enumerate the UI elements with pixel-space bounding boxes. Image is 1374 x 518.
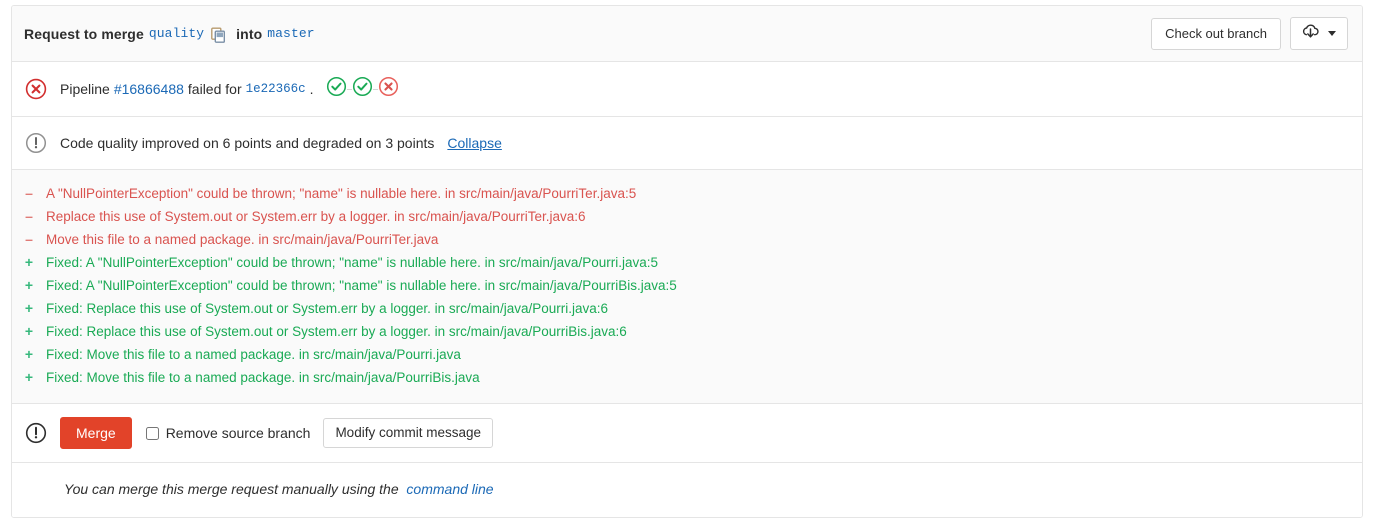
code-quality-item-text: Fixed: Replace this use of System.out or… (46, 301, 608, 316)
chevron-down-icon (1328, 31, 1336, 36)
code-quality-item: – A "NullPointerException" could be throw… (12, 182, 1362, 205)
issue-fixed-icon: + (24, 277, 34, 293)
title-prefix: Request to merge (24, 25, 144, 42)
stage-passed-icon[interactable] (352, 76, 373, 102)
code-quality-summary-text: Code quality improved on 6 points and de… (60, 133, 502, 153)
source-branch-name[interactable]: quality (149, 26, 204, 41)
commit-sha-link[interactable]: 1e22366c (246, 79, 306, 99)
status-warning-dark-icon (24, 421, 48, 445)
code-quality-item-text: Fixed: A "NullPointerException" could be… (46, 255, 658, 270)
merge-request-widget: Request to merge quality into master Che… (11, 5, 1363, 518)
issue-fixed-icon: + (24, 323, 34, 339)
code-quality-item-text: Fixed: Move this file to a named package… (46, 370, 480, 385)
issue-fixed-icon: + (24, 346, 34, 362)
code-quality-item: – Replace this use of System.out or Syste… (12, 205, 1362, 228)
issue-fixed-icon: + (24, 300, 34, 316)
issue-degraded-icon: – (25, 208, 33, 224)
pipeline-status-word: failed for (187, 81, 242, 97)
code-quality-item-text: Replace this use of System.out or System… (46, 209, 586, 224)
issue-fixed-icon: + (24, 369, 34, 385)
manual-merge-text: You can merge this merge request manuall… (64, 481, 399, 497)
title-into-word: into (236, 25, 263, 42)
pipeline-trailing-period: . (309, 81, 314, 97)
status-failed-icon (24, 77, 48, 101)
pipeline-id-link[interactable]: #16866488 (114, 79, 184, 99)
remove-source-branch-text: Remove source branch (165, 425, 311, 441)
download-dropdown-button[interactable] (1290, 17, 1348, 50)
code-quality-item: + Fixed: Move this file to a named packag… (12, 343, 1362, 366)
code-quality-item: + Fixed: Replace this use of System.out o… (12, 297, 1362, 320)
code-quality-item: + Fixed: A "NullPointerException" could b… (12, 274, 1362, 297)
code-quality-item-text: A "NullPointerException" could be thrown… (46, 186, 637, 201)
remove-source-branch-checkbox[interactable] (145, 426, 159, 440)
check-out-branch-button[interactable]: Check out branch (1151, 17, 1281, 50)
code-quality-item: + Fixed: Move this file to a named packag… (12, 366, 1362, 389)
code-quality-item: – Move this file to a named package. in s… (12, 228, 1362, 251)
code-quality-item-text: Fixed: A "NullPointerException" could be… (46, 278, 677, 293)
pipeline-stage-icons (326, 76, 399, 102)
code-quality-item: + Fixed: A "NullPointerException" could b… (12, 251, 1362, 274)
header-actions: Check out branch (1151, 17, 1348, 50)
merge-request-footer: You can merge this merge request manuall… (12, 463, 1362, 517)
code-quality-item: + Fixed: Replace this use of System.out o… (12, 320, 1362, 343)
code-quality-issue-list: – A "NullPointerException" could be throw… (12, 170, 1362, 404)
pipeline-label: Pipeline (60, 81, 110, 97)
code-quality-item-text: Fixed: Move this file to a named package… (46, 347, 461, 362)
pipeline-status-text: Pipeline #16866488 failed for 1e22366c . (60, 76, 403, 102)
copy-to-clipboard-icon[interactable] (211, 27, 226, 43)
code-quality-item-text: Move this file to a named package. in sr… (46, 232, 439, 247)
status-warning-icon (24, 131, 48, 155)
stage-passed-icon[interactable] (326, 76, 347, 102)
code-quality-summary-row: Code quality improved on 6 points and de… (12, 117, 1362, 170)
merge-action-row: Merge Remove source branch Modify commit… (12, 404, 1362, 463)
target-branch-name[interactable]: master (267, 26, 314, 41)
modify-commit-message-button[interactable]: Modify commit message (323, 418, 493, 448)
issue-fixed-icon: + (24, 254, 34, 270)
code-quality-summary-label: Code quality improved on 6 points and de… (60, 135, 435, 151)
code-quality-collapse-toggle[interactable]: Collapse (447, 133, 501, 153)
merge-request-header: Request to merge quality into master Che… (12, 6, 1362, 62)
merge-button[interactable]: Merge (60, 417, 132, 449)
code-quality-item-text: Fixed: Replace this use of System.out or… (46, 324, 627, 339)
stage-failed-icon[interactable] (378, 76, 399, 102)
issue-degraded-icon: – (25, 185, 33, 201)
command-line-link[interactable]: command line (406, 481, 493, 497)
remove-source-branch-label[interactable]: Remove source branch (145, 425, 311, 441)
cloud-download-icon (1302, 23, 1319, 44)
merge-request-title: Request to merge quality into master (24, 25, 320, 43)
pipeline-status-row: Pipeline #16866488 failed for 1e22366c . (12, 62, 1362, 117)
issue-degraded-icon: – (25, 231, 33, 247)
